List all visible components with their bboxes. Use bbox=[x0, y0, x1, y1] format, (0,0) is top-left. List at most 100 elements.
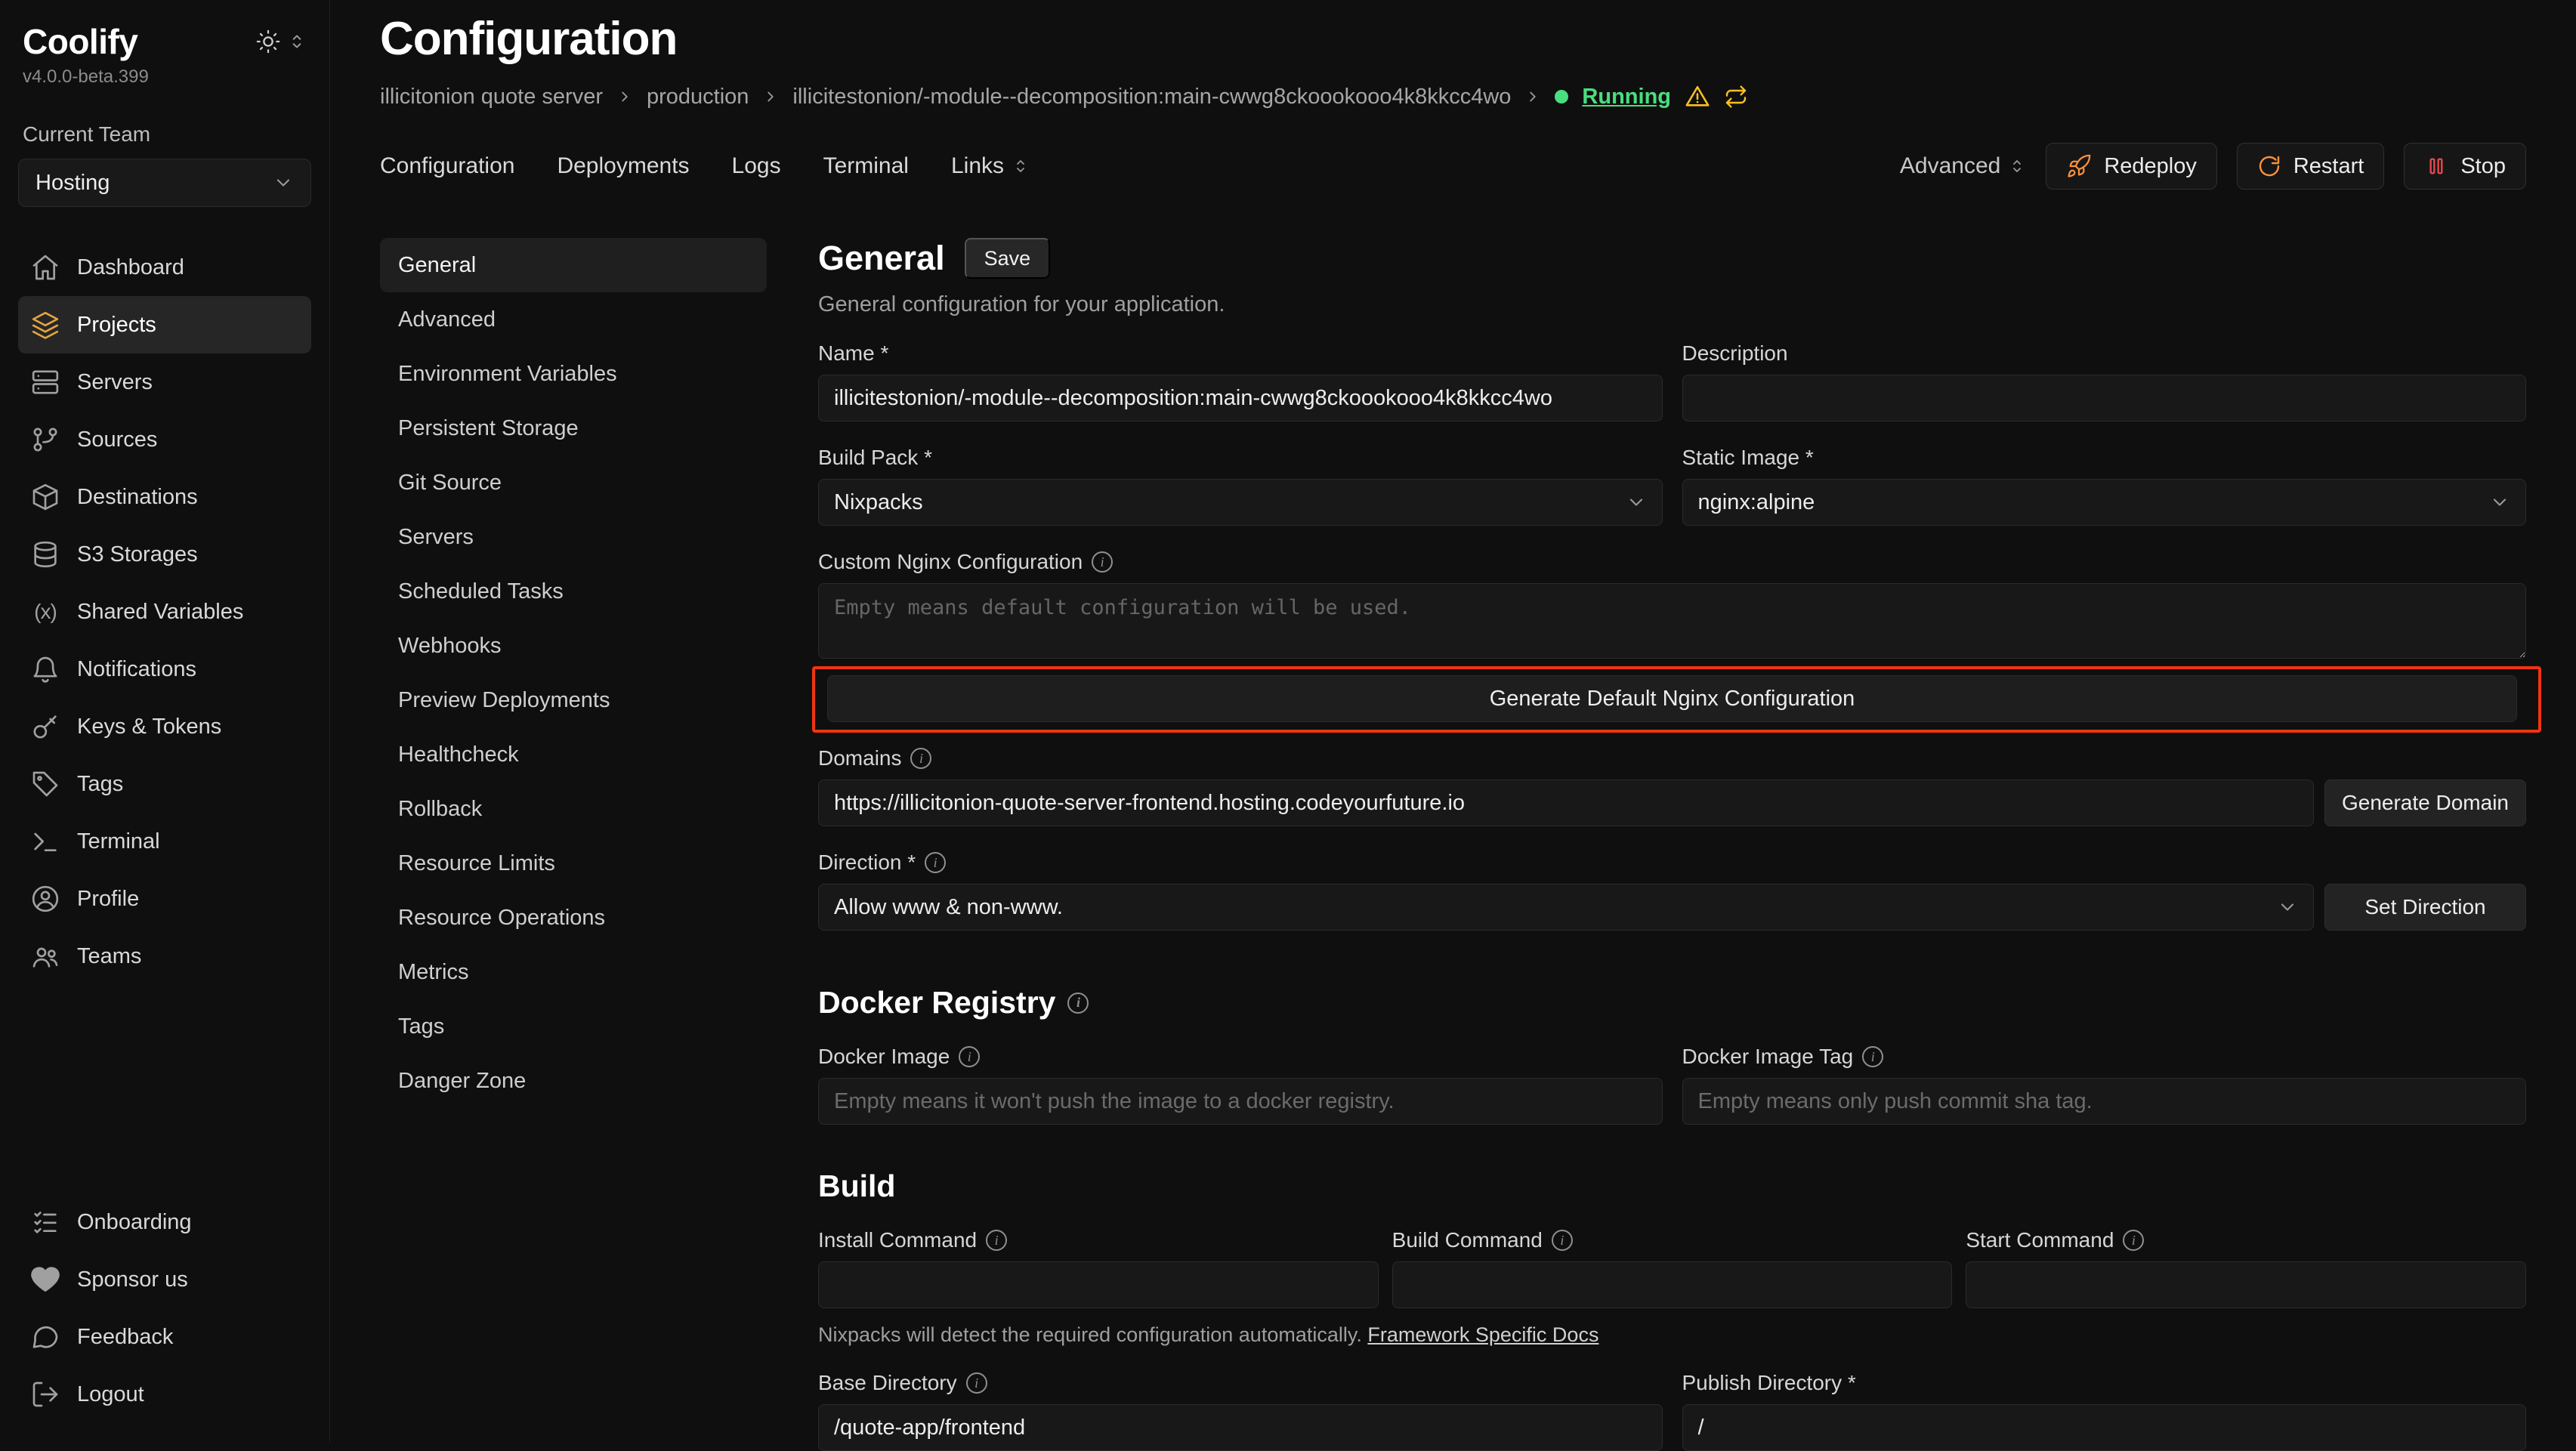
sidebar-item-sources[interactable]: Sources bbox=[18, 411, 311, 468]
logout-icon bbox=[30, 1379, 60, 1409]
bell-icon bbox=[30, 654, 60, 684]
subnav-item-persistent-storage[interactable]: Persistent Storage bbox=[380, 401, 767, 455]
sidebar-item-shared-variables[interactable]: (x) Shared Variables bbox=[18, 583, 311, 641]
framework-docs-link[interactable]: Framework Specific Docs bbox=[1367, 1323, 1598, 1346]
sidebar-item-onboarding[interactable]: Onboarding bbox=[18, 1193, 311, 1251]
base-directory-label: Base Directory bbox=[818, 1371, 1663, 1395]
subnav-item-servers[interactable]: Servers bbox=[380, 510, 767, 564]
sidebar-item-sponsor-us[interactable]: Sponsor us bbox=[18, 1251, 311, 1308]
breadcrumb-project[interactable]: illicitonion quote server bbox=[380, 85, 603, 110]
base-directory-input[interactable] bbox=[818, 1404, 1663, 1451]
install-command-input[interactable] bbox=[818, 1261, 1379, 1308]
sidebar-item-keys-tokens[interactable]: Keys & Tokens bbox=[18, 698, 311, 755]
subnav-item-resource-limits[interactable]: Resource Limits bbox=[380, 836, 767, 891]
info-icon[interactable] bbox=[1092, 551, 1113, 573]
sidebar-item-notifications[interactable]: Notifications bbox=[18, 641, 311, 698]
description-label: Description bbox=[1682, 341, 2527, 366]
build-command-input[interactable] bbox=[1392, 1261, 1953, 1308]
refresh-status-icon[interactable] bbox=[1724, 85, 1748, 109]
advanced-dropdown[interactable]: Advanced bbox=[1900, 153, 2026, 179]
subnav-item-environment-variables[interactable]: Environment Variables bbox=[380, 347, 767, 401]
subnav-item-advanced[interactable]: Advanced bbox=[380, 292, 767, 347]
sidebar-item-teams[interactable]: Teams bbox=[18, 928, 311, 985]
info-icon[interactable] bbox=[986, 1230, 1007, 1251]
set-direction-button[interactable]: Set Direction bbox=[2324, 884, 2526, 931]
description-input[interactable] bbox=[1682, 375, 2527, 421]
start-command-input[interactable] bbox=[1966, 1261, 2526, 1308]
docker-image-tag-input[interactable] bbox=[1682, 1078, 2527, 1125]
install-command-label: Install Command bbox=[818, 1228, 1379, 1252]
info-icon[interactable] bbox=[910, 748, 931, 769]
app-logo: Coolify bbox=[23, 21, 137, 62]
breadcrumb: illicitonion quote server production ill… bbox=[380, 84, 2526, 110]
tab-terminal[interactable]: Terminal bbox=[823, 153, 909, 179]
chevron-right-icon bbox=[616, 88, 633, 105]
warning-triangle-icon[interactable] bbox=[1685, 84, 1710, 110]
chat-bubble-icon bbox=[30, 1322, 60, 1352]
sidebar-item-destinations[interactable]: Destinations bbox=[18, 468, 311, 526]
team-select-value: Hosting bbox=[36, 171, 110, 196]
sidebar-item-label: Sponsor us bbox=[77, 1267, 188, 1292]
sidebar-footer: Onboarding Sponsor us Feedback Logout bbox=[18, 1193, 311, 1423]
sidebar-item-label: Teams bbox=[77, 944, 141, 969]
sidebar-item-logout[interactable]: Logout bbox=[18, 1366, 311, 1423]
subnav-item-rollback[interactable]: Rollback bbox=[380, 782, 767, 836]
subnav-item-tags[interactable]: Tags bbox=[380, 999, 767, 1054]
tab-deployments[interactable]: Deployments bbox=[557, 153, 689, 179]
sidebar-item-tags[interactable]: Tags bbox=[18, 755, 311, 813]
layers-icon bbox=[30, 310, 60, 340]
domains-input[interactable] bbox=[818, 780, 2314, 826]
generate-nginx-config-button[interactable]: Generate Default Nginx Configuration bbox=[827, 675, 2517, 722]
tab-links[interactable]: Links bbox=[951, 153, 1030, 179]
sidebar-item-s3-storages[interactable]: S3 Storages bbox=[18, 526, 311, 583]
restart-button[interactable]: Restart bbox=[2237, 143, 2384, 190]
info-icon[interactable] bbox=[1067, 993, 1089, 1014]
redeploy-button[interactable]: Redeploy bbox=[2046, 143, 2217, 190]
save-button[interactable]: Save bbox=[965, 238, 1051, 279]
info-icon[interactable] bbox=[966, 1372, 987, 1394]
info-icon[interactable] bbox=[959, 1046, 980, 1067]
subnav-item-healthcheck[interactable]: Healthcheck bbox=[380, 727, 767, 782]
generate-domain-button[interactable]: Generate Domain bbox=[2324, 780, 2526, 826]
theme-switcher[interactable] bbox=[255, 29, 307, 54]
chevron-down-icon bbox=[1626, 492, 1647, 513]
docker-image-input[interactable] bbox=[818, 1078, 1663, 1125]
stop-button[interactable]: Stop bbox=[2404, 143, 2526, 190]
subnav-item-git-source[interactable]: Git Source bbox=[380, 455, 767, 510]
tab-configuration[interactable]: Configuration bbox=[380, 153, 514, 179]
sidebar-item-servers[interactable]: Servers bbox=[18, 353, 311, 411]
info-icon[interactable] bbox=[1862, 1046, 1883, 1067]
sidebar-item-dashboard[interactable]: Dashboard bbox=[18, 239, 311, 296]
chevron-right-icon bbox=[1524, 88, 1541, 105]
tab-logs[interactable]: Logs bbox=[732, 153, 781, 179]
subnav-item-resource-operations[interactable]: Resource Operations bbox=[380, 891, 767, 945]
sidebar-item-projects[interactable]: Projects bbox=[18, 296, 311, 353]
subnav-item-general[interactable]: General bbox=[380, 238, 767, 292]
section-title-build: Build bbox=[818, 1169, 2526, 1204]
breadcrumb-application[interactable]: illicitestonion/-module--decomposition:m… bbox=[792, 85, 1511, 110]
subnav-item-webhooks[interactable]: Webhooks bbox=[380, 619, 767, 673]
team-select[interactable]: Hosting bbox=[18, 159, 311, 207]
subnav-item-preview-deployments[interactable]: Preview Deployments bbox=[380, 673, 767, 727]
publish-directory-input[interactable] bbox=[1682, 1404, 2527, 1451]
build-pack-select[interactable]: Nixpacks bbox=[818, 479, 1663, 526]
nginx-config-textarea[interactable] bbox=[818, 583, 2526, 659]
chevron-down-icon bbox=[273, 172, 294, 193]
info-icon[interactable] bbox=[2123, 1230, 2144, 1251]
subnav-item-danger-zone[interactable]: Danger Zone bbox=[380, 1054, 767, 1108]
info-icon[interactable] bbox=[925, 852, 946, 873]
direction-select[interactable]: Allow www & non-www. bbox=[818, 884, 2314, 931]
tabs-bar: Configuration Deployments Logs Terminal … bbox=[380, 143, 2526, 190]
server-icon bbox=[30, 367, 60, 397]
breadcrumb-environment[interactable]: production bbox=[647, 85, 749, 110]
sun-icon bbox=[255, 29, 281, 54]
main-content: Configuration illicitonion quote server … bbox=[330, 0, 2576, 1443]
sidebar-item-profile[interactable]: Profile bbox=[18, 870, 311, 928]
subnav-item-scheduled-tasks[interactable]: Scheduled Tasks bbox=[380, 564, 767, 619]
static-image-select[interactable]: nginx:alpine bbox=[1682, 479, 2527, 526]
sidebar-item-feedback[interactable]: Feedback bbox=[18, 1308, 311, 1366]
name-input[interactable] bbox=[818, 375, 1663, 421]
subnav-item-metrics[interactable]: Metrics bbox=[380, 945, 767, 999]
info-icon[interactable] bbox=[1552, 1230, 1573, 1251]
sidebar-item-terminal[interactable]: Terminal bbox=[18, 813, 311, 870]
